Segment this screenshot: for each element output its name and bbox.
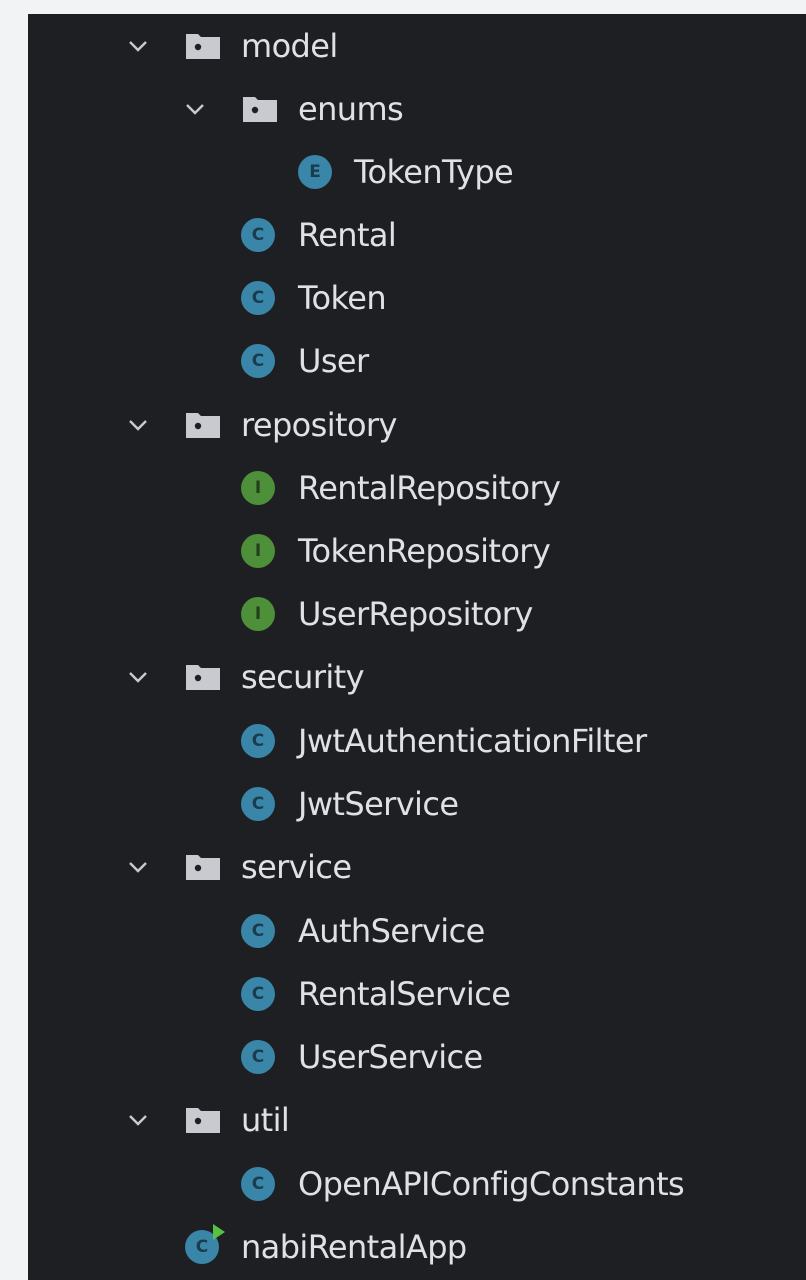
package-folder-icon bbox=[185, 853, 221, 881]
tree-node-label: RentalService bbox=[298, 975, 511, 1013]
chevron-down-icon[interactable] bbox=[126, 413, 150, 437]
chevron-down-icon[interactable] bbox=[126, 665, 150, 689]
tree-node-repository[interactable]: repository bbox=[28, 394, 806, 456]
tree-node-nabirentalapp[interactable]: C nabiRentalApp bbox=[28, 1216, 806, 1278]
chevron-down-icon[interactable] bbox=[183, 97, 207, 121]
tree-node-label: RentalRepository bbox=[298, 469, 561, 507]
tree-node-label: AuthService bbox=[298, 912, 485, 950]
tree-node-jwtservice[interactable]: C JwtService bbox=[28, 773, 806, 835]
package-folder-icon bbox=[185, 411, 221, 439]
tree-node-rentalservice[interactable]: C RentalService bbox=[28, 963, 806, 1025]
run-marker-icon bbox=[213, 1224, 225, 1240]
class-icon: C bbox=[241, 281, 275, 315]
tree-node-authservice[interactable]: C AuthService bbox=[28, 900, 806, 962]
tree-node-label: UserService bbox=[298, 1038, 483, 1076]
tree-node-userrepository[interactable]: I UserRepository bbox=[28, 583, 806, 645]
tree-node-label: Token bbox=[298, 279, 387, 317]
package-folder-icon bbox=[242, 95, 278, 123]
interface-icon: I bbox=[241, 534, 275, 568]
tree-node-label: User bbox=[298, 342, 369, 380]
class-icon: C bbox=[241, 724, 275, 758]
tree-node-util[interactable]: util bbox=[28, 1089, 806, 1151]
tree-node-jwtauthenticationfilter[interactable]: C JwtAuthenticationFilter bbox=[28, 710, 806, 772]
enum-icon: E bbox=[298, 155, 332, 189]
project-tree-panel: model enums E TokenType C Rental C Token… bbox=[28, 14, 806, 1280]
tree-node-label: nabiRentalApp bbox=[241, 1228, 467, 1266]
class-icon: C bbox=[241, 1167, 275, 1201]
tree-node-label: JwtService bbox=[298, 785, 459, 823]
tree-node-user[interactable]: C User bbox=[28, 330, 806, 392]
spring-app-class-icon: C bbox=[185, 1224, 225, 1264]
chevron-down-icon[interactable] bbox=[126, 855, 150, 879]
tree-node-label: UserRepository bbox=[298, 595, 533, 633]
tree-node-security[interactable]: security bbox=[28, 646, 806, 708]
tree-node-rentalrepository[interactable]: I RentalRepository bbox=[28, 457, 806, 519]
tree-node-rental[interactable]: C Rental bbox=[28, 204, 806, 266]
tree-node-tokentype[interactable]: E TokenType bbox=[28, 141, 806, 203]
tree-node-service[interactable]: service bbox=[28, 836, 806, 898]
tree-node-label: service bbox=[241, 848, 352, 886]
tree-node-label: TokenType bbox=[354, 153, 514, 191]
class-icon: C bbox=[241, 1040, 275, 1074]
tree-node-label: JwtAuthenticationFilter bbox=[298, 722, 647, 760]
tree-node-label: enums bbox=[298, 90, 404, 128]
tree-node-openapiconfigconstants[interactable]: C OpenAPIConfigConstants bbox=[28, 1153, 806, 1215]
tree-node-label: repository bbox=[241, 406, 397, 444]
interface-icon: I bbox=[241, 597, 275, 631]
package-folder-icon bbox=[185, 1106, 221, 1134]
app-class-letter: C bbox=[195, 1236, 209, 1257]
chevron-down-icon[interactable] bbox=[126, 1108, 150, 1132]
class-icon: C bbox=[241, 218, 275, 252]
tree-node-token[interactable]: C Token bbox=[28, 267, 806, 329]
interface-icon: I bbox=[241, 471, 275, 505]
tree-node-enums[interactable]: enums bbox=[28, 78, 806, 140]
tree-node-label: security bbox=[241, 658, 365, 696]
tree-node-model[interactable]: model bbox=[28, 15, 806, 77]
class-icon: C bbox=[241, 787, 275, 821]
class-icon: C bbox=[241, 344, 275, 378]
tree-node-label: model bbox=[241, 27, 338, 65]
tree-node-userservice[interactable]: C UserService bbox=[28, 1026, 806, 1088]
class-icon: C bbox=[241, 914, 275, 948]
class-icon: C bbox=[241, 977, 275, 1011]
chevron-down-icon[interactable] bbox=[126, 34, 150, 58]
tree-node-label: TokenRepository bbox=[298, 532, 551, 570]
tree-node-label: OpenAPIConfigConstants bbox=[298, 1165, 685, 1203]
tree-node-label: util bbox=[241, 1101, 290, 1139]
tree-node-tokenrepository[interactable]: I TokenRepository bbox=[28, 520, 806, 582]
package-folder-icon bbox=[185, 663, 221, 691]
package-folder-icon bbox=[185, 32, 221, 60]
tree-node-label: Rental bbox=[298, 216, 397, 254]
